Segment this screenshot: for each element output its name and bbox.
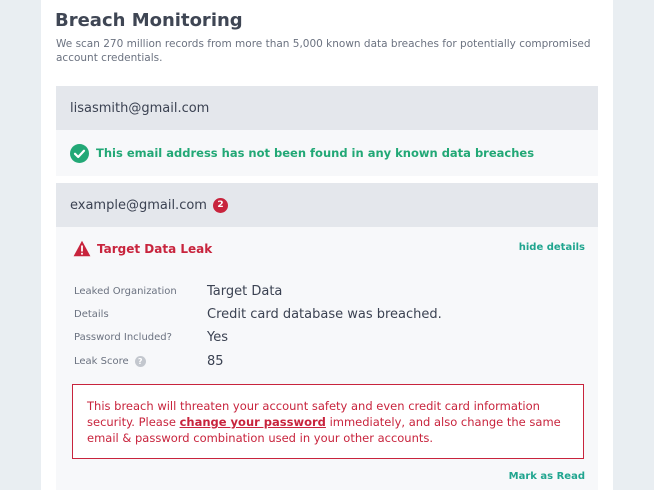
breach-count-badge: 2 xyxy=(212,197,228,213)
detail-row-details: Details Credit card database was breache… xyxy=(74,307,442,322)
account-email: example@gmail.com xyxy=(70,197,207,213)
account-header[interactable]: example@gmail.com 2 xyxy=(56,183,598,227)
breach-monitoring-panel: Breach Monitoring We scan 270 million re… xyxy=(41,0,613,490)
page-description: We scan 270 million records from more th… xyxy=(56,38,591,64)
account-header[interactable]: lisasmith@gmail.com xyxy=(56,86,598,130)
check-circle-icon xyxy=(70,143,89,163)
question-icon[interactable]: ? xyxy=(134,356,146,367)
no-breach-message: This email address has not been found in… xyxy=(96,146,535,160)
detail-label: Leaked Organization xyxy=(74,286,177,297)
detail-label: Leak Score xyxy=(74,356,129,367)
detail-label-wrap: Leak Score ? xyxy=(74,356,207,367)
hide-details-link[interactable]: hide details xyxy=(519,242,585,253)
breach-alert: This breach will threaten your account s… xyxy=(72,384,584,459)
mark-as-read-link[interactable]: Mark as Read xyxy=(509,471,585,482)
detail-value: Yes xyxy=(207,330,228,345)
no-breach-status: This email address has not been found in… xyxy=(56,130,598,176)
detail-row-leak-score: Leak Score ? 85 xyxy=(74,354,224,369)
detail-value: Credit card database was breached. xyxy=(207,307,442,322)
detail-row-password: Password Included? Yes xyxy=(74,330,228,345)
detail-label: Password Included? xyxy=(74,332,172,343)
detail-value: 85 xyxy=(207,354,224,369)
detail-row-organization: Leaked Organization Target Data xyxy=(74,284,282,299)
account-email: lisasmith@gmail.com xyxy=(70,100,210,116)
breach-title-row: Target Data Leak xyxy=(73,240,212,257)
warning-triangle-icon xyxy=(73,240,91,257)
change-password-link[interactable]: change your password xyxy=(180,415,326,429)
detail-label: Details xyxy=(74,309,109,320)
breach-details-card: Target Data Leak hide details Leaked Org… xyxy=(56,227,598,490)
detail-value: Target Data xyxy=(207,284,283,299)
page-title: Breach Monitoring xyxy=(55,10,243,31)
breach-title: Target Data Leak xyxy=(97,241,213,256)
